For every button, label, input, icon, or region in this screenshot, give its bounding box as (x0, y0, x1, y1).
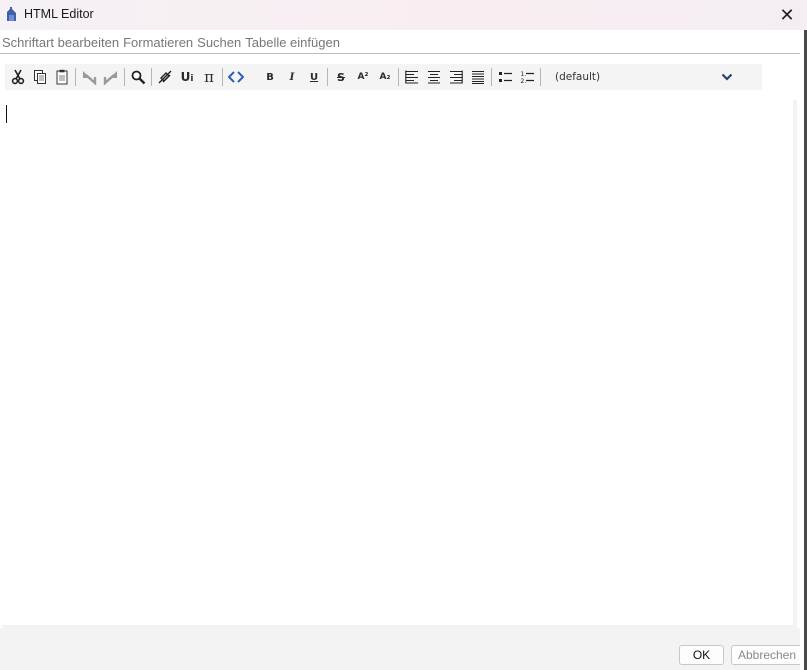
insert-symbol-button[interactable]: π (198, 66, 220, 88)
editor-panel (2, 100, 797, 628)
cut-button[interactable] (7, 66, 29, 88)
app-icon (5, 6, 18, 22)
strikethrough-button[interactable]: S (330, 66, 352, 88)
paste-button[interactable] (51, 66, 73, 88)
superscript-button[interactable]: A² (352, 66, 374, 88)
align-justify-icon (472, 70, 484, 84)
menu-bar: Schriftart bearbeiten Formatieren Suchen… (0, 32, 800, 54)
redo-icon (103, 71, 117, 85)
cancel-button[interactable]: Abbrechen (731, 645, 803, 665)
superscript-icon: A² (357, 72, 369, 82)
window-title: HTML Editor (24, 7, 94, 21)
font-family-select[interactable]: (default) (551, 67, 737, 87)
close-icon: ✕ (779, 4, 795, 25)
bold-icon: B (266, 71, 274, 83)
text-caret (6, 105, 7, 123)
chevron-down-icon (721, 73, 733, 81)
paste-icon (56, 69, 68, 85)
italic-icon: I (289, 71, 295, 83)
svg-text:1.: 1. (520, 71, 526, 78)
dialog-body: Schriftart bearbeiten Formatieren Suchen… (0, 30, 807, 670)
html-editor-area[interactable] (2, 100, 793, 625)
pi-icon: π (204, 68, 214, 86)
align-left-button[interactable] (401, 66, 423, 88)
align-center-icon (428, 70, 440, 84)
menu-item-search[interactable]: Suchen (197, 33, 241, 53)
bullet-list-icon (498, 72, 512, 82)
toolbar-separator (327, 68, 328, 86)
insert-link-button[interactable] (154, 66, 176, 88)
magnifier-icon (131, 70, 145, 84)
bold-button[interactable]: B (259, 66, 281, 88)
align-center-button[interactable] (423, 66, 445, 88)
code-icon (228, 71, 244, 83)
undo-icon (83, 71, 97, 85)
dialog-footer: OK Abbrechen (0, 628, 807, 670)
numbered-list-button[interactable]: 1. 2. (516, 66, 538, 88)
redo-button[interactable] (100, 66, 122, 88)
toolbar-separator (222, 68, 223, 86)
bullet-list-button[interactable] (494, 66, 516, 88)
align-right-button[interactable] (445, 66, 467, 88)
menu-item-font[interactable]: Schriftart bearbeiten (2, 33, 119, 53)
menu-item-insert-table[interactable]: Tabelle einfügen (245, 33, 340, 53)
subscript-button[interactable]: A₂ (374, 66, 396, 88)
font-family-select-value: (default) (555, 71, 601, 83)
formatting-toolbar: Ui π B I U S A² A₂ 1. 2. (default) (5, 64, 762, 90)
underline-button[interactable]: U (303, 66, 325, 88)
toolbar-separator (491, 68, 492, 86)
unicode-icon: Ui (180, 70, 194, 84)
source-view-button[interactable] (225, 66, 247, 88)
svg-text:2.: 2. (520, 78, 526, 84)
copy-icon (34, 70, 46, 84)
toolbar-separator (124, 68, 125, 86)
link-icon (158, 70, 172, 84)
scissors-icon (11, 69, 25, 85)
align-justify-button[interactable] (467, 66, 489, 88)
align-left-icon (405, 70, 418, 84)
italic-button[interactable]: I (281, 66, 303, 88)
title-bar: HTML Editor ✕ (0, 0, 807, 30)
align-right-icon (450, 70, 463, 84)
find-button[interactable] (127, 66, 149, 88)
toolbar-separator (540, 68, 541, 86)
insert-unicode-button[interactable]: Ui (176, 66, 198, 88)
numbered-list-icon: 1. 2. (520, 71, 534, 84)
subscript-icon: A₂ (379, 72, 391, 82)
toolbar-separator (398, 68, 399, 86)
toolbar-separator (151, 68, 152, 86)
toolbar-separator (249, 68, 257, 86)
menu-item-format[interactable]: Formatieren (123, 33, 193, 53)
copy-button[interactable] (29, 66, 51, 88)
close-button[interactable]: ✕ (767, 0, 807, 30)
toolbar-separator (75, 68, 76, 86)
undo-button[interactable] (78, 66, 100, 88)
strikethrough-icon: S (337, 70, 345, 84)
ok-button[interactable]: OK (679, 645, 724, 665)
underline-icon: U (309, 71, 319, 83)
